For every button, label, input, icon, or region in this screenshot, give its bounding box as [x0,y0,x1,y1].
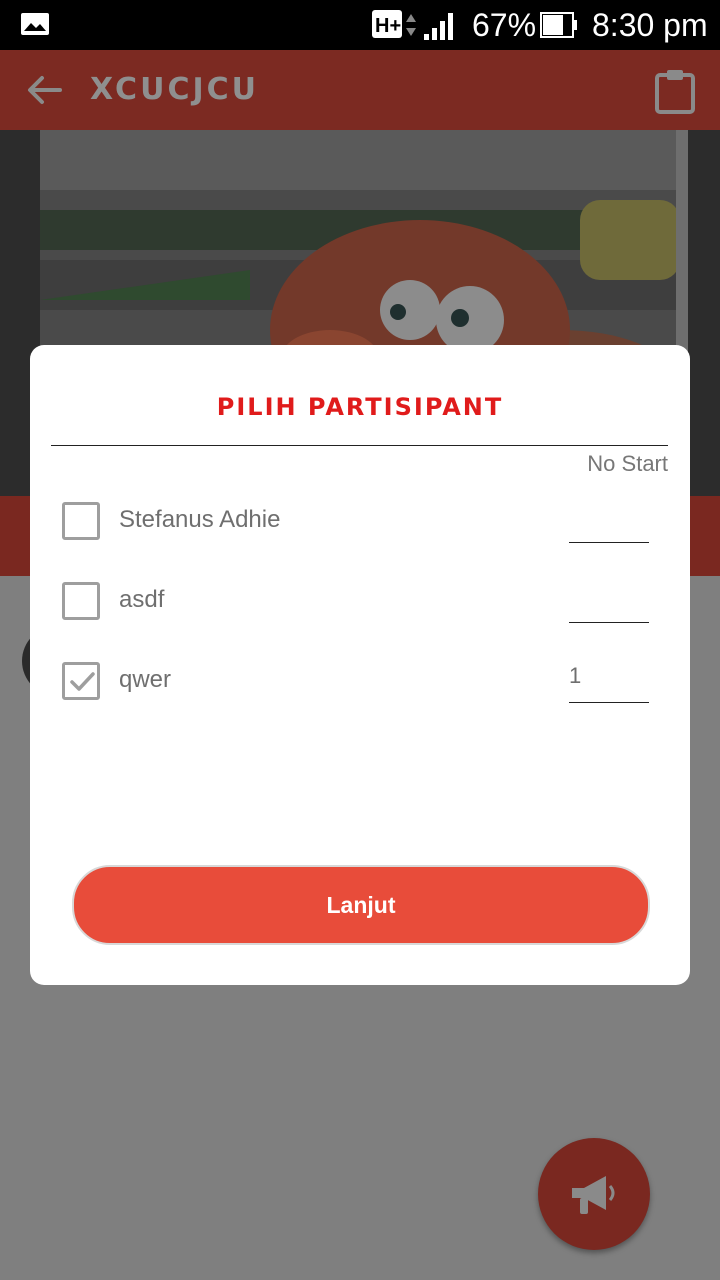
participant-checkbox[interactable] [62,502,100,540]
announce-fab[interactable] [538,1138,650,1250]
participant-name: Stefanus Adhie [119,506,281,533]
dialog-title: PILIH PARTISIPANT [216,393,504,421]
start-number-input[interactable] [569,502,649,543]
participant-checkbox[interactable] [62,582,100,620]
signal-strength-icon [424,13,453,40]
app-bar: XCUCJCU [0,50,720,130]
participant-name: qwer [119,666,172,693]
arrow-left-icon[interactable] [24,70,64,110]
participant-dialog: PILIH PARTISIPANT No Start Stefanus Adhi… [30,345,690,985]
participant-row[interactable]: Stefanus Adhie [30,502,690,582]
participant-row[interactable]: asdf [30,582,690,662]
participant-row[interactable]: qwer 1 [30,662,690,742]
start-number-input[interactable] [569,582,649,623]
network-type-icon: H+ [372,10,402,38]
start-number-input[interactable]: 1 [569,662,649,703]
divider [51,445,668,446]
battery-icon [540,12,577,38]
page-title: XCUCJCU [90,72,259,107]
continue-button[interactable]: Lanjut [72,865,650,945]
start-number-header: No Start [587,451,668,476]
data-activity-icon [406,14,416,36]
clipboard-icon[interactable] [654,68,696,114]
gallery-icon [21,13,49,35]
participant-name: asdf [119,586,165,613]
check-icon [70,672,95,691]
battery-percent: 67% [472,7,537,43]
megaphone-icon [572,1176,615,1214]
clock: 8:30 pm [592,7,708,43]
status-bar: H+ 67% 8:30 pm [0,0,720,50]
participant-checkbox[interactable] [62,662,100,700]
svg-text:H+: H+ [375,15,401,37]
